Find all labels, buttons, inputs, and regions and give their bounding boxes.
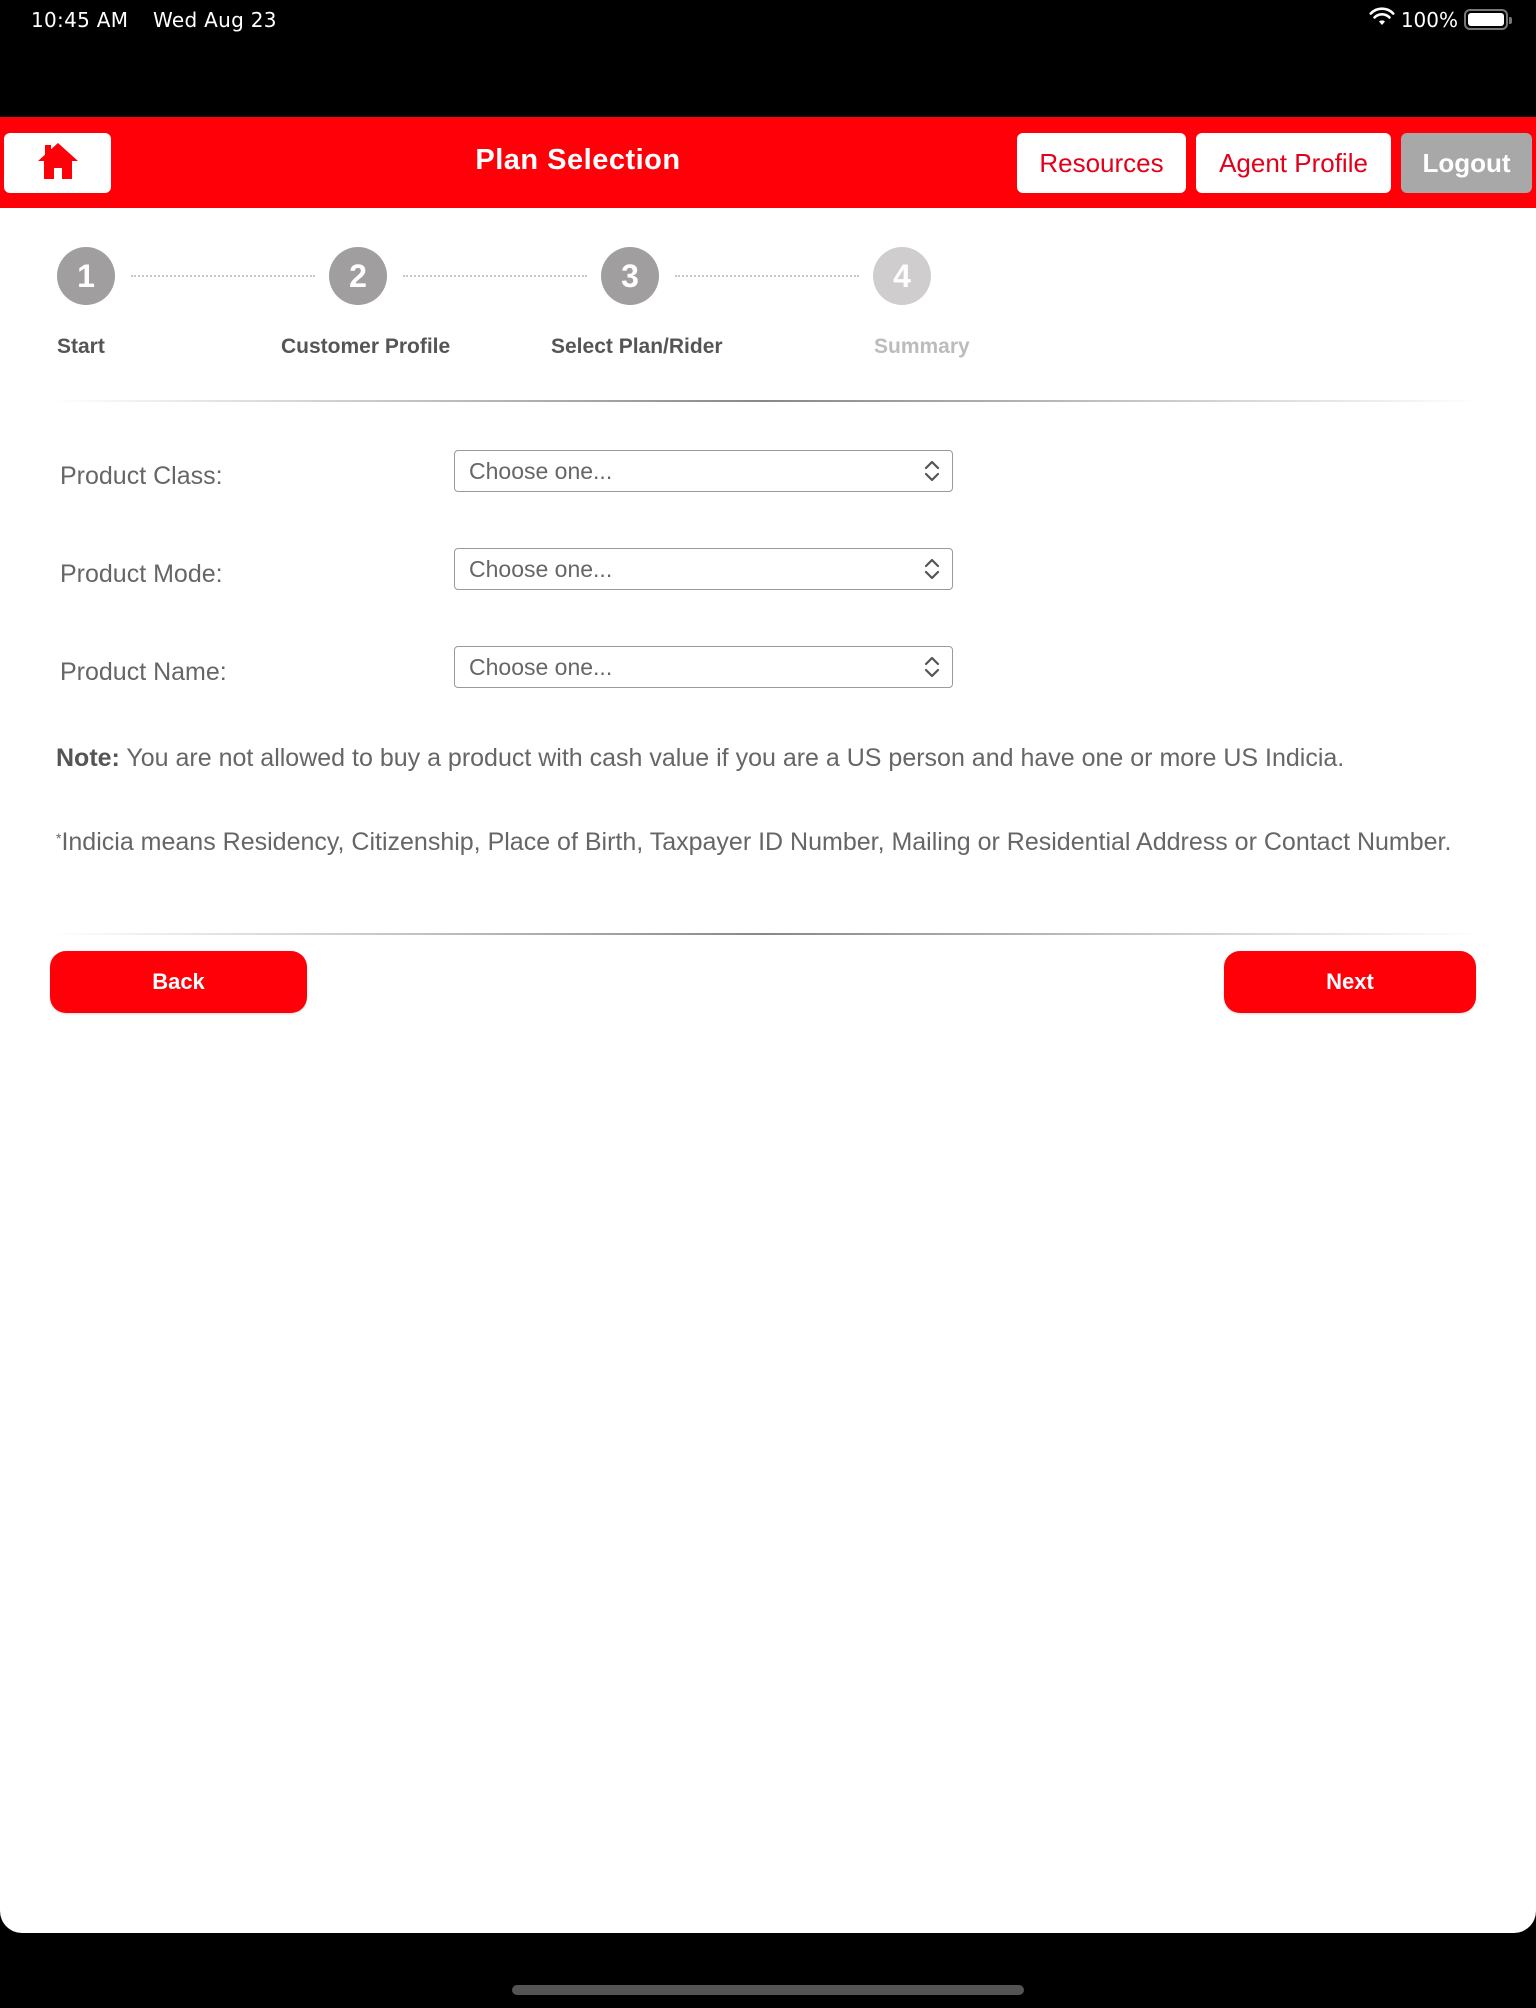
step-connector <box>675 275 859 277</box>
battery-percent: 100% <box>1400 7 1458 32</box>
step-1-label: Start <box>57 335 105 358</box>
product-name-label: Product Name: <box>60 658 227 686</box>
product-mode-select[interactable]: Choose one... <box>454 548 953 590</box>
section-divider <box>50 933 1480 935</box>
note-label: Note: <box>56 744 120 772</box>
step-2-circle: 2 <box>329 247 387 305</box>
battery-icon <box>1464 9 1512 30</box>
app-screen: Plan Selection Resources Agent Profile L… <box>0 117 1536 1933</box>
select-value: Choose one... <box>469 653 613 680</box>
updown-chevron-icon <box>922 557 942 581</box>
wifi-icon <box>1369 7 1395 32</box>
step-1-circle: 1 <box>57 247 115 305</box>
step-connector <box>403 275 587 277</box>
home-icon <box>36 141 80 186</box>
indicia-footnote: *Indicia means Residency, Citizenship, P… <box>56 827 1476 858</box>
product-class-row: Product Class: Choose one... <box>0 450 1536 510</box>
step-3-label: Select Plan/Rider <box>551 335 723 358</box>
select-value: Choose one... <box>469 457 613 484</box>
select-value: Choose one... <box>469 555 613 582</box>
next-button[interactable]: Next <box>1224 951 1476 1013</box>
status-indicators: 100% <box>1369 7 1512 32</box>
home-button[interactable] <box>4 133 111 193</box>
resources-button[interactable]: Resources <box>1017 133 1186 193</box>
app-header: Plan Selection Resources Agent Profile L… <box>0 117 1536 208</box>
home-indicator[interactable] <box>512 1985 1024 1995</box>
agent-profile-button[interactable]: Agent Profile <box>1196 133 1391 193</box>
logout-button[interactable]: Logout <box>1401 133 1532 193</box>
footnote-text: Indicia means Residency, Citizenship, Pl… <box>61 828 1452 856</box>
status-time: 10:45 AM <box>31 8 129 32</box>
us-person-note: Note: You are not allowed to buy a produ… <box>56 743 1476 774</box>
progress-stepper: 1 2 3 4 Start Customer Profile Select Pl… <box>0 237 1536 367</box>
product-class-label: Product Class: <box>60 462 223 490</box>
step-4-label: Summary <box>874 335 970 358</box>
product-name-row: Product Name: Choose one... <box>0 646 1536 706</box>
updown-chevron-icon <box>922 655 942 679</box>
status-date: Wed Aug 23 <box>153 8 277 32</box>
footnote-marker: * <box>56 830 62 846</box>
status-bar: 10:45 AM Wed Aug 23 100% <box>0 0 1536 117</box>
step-3-circle: 3 <box>601 247 659 305</box>
section-divider <box>50 400 1480 402</box>
product-mode-row: Product Mode: Choose one... <box>0 548 1536 608</box>
page-title: Plan Selection <box>475 144 681 176</box>
step-connector <box>131 275 315 277</box>
product-mode-label: Product Mode: <box>60 560 223 588</box>
product-class-select[interactable]: Choose one... <box>454 450 953 492</box>
updown-chevron-icon <box>922 459 942 483</box>
step-4-circle: 4 <box>873 247 931 305</box>
note-text: You are not allowed to buy a product wit… <box>119 744 1345 772</box>
back-button[interactable]: Back <box>50 951 307 1013</box>
step-2-label: Customer Profile <box>281 335 451 358</box>
product-name-select[interactable]: Choose one... <box>454 646 953 688</box>
